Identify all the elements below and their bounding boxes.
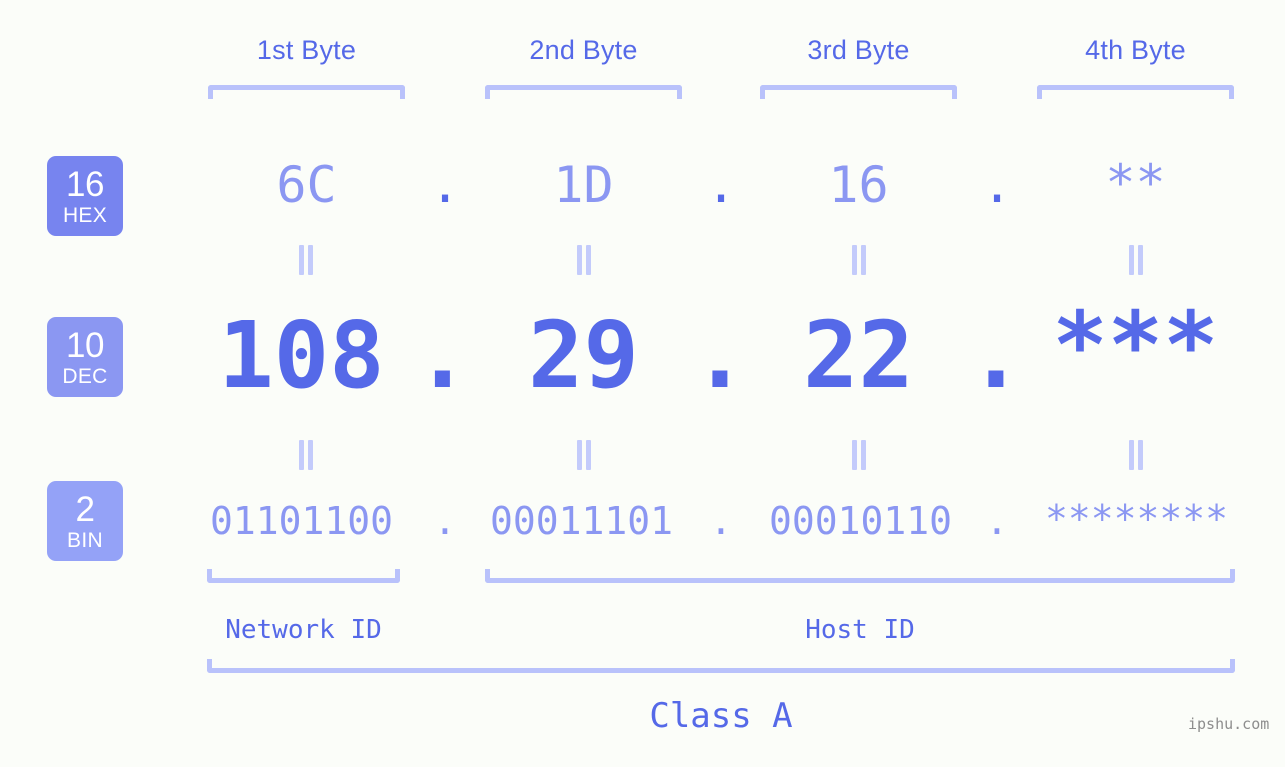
- class-bracket: [207, 659, 1235, 673]
- base-badge-dec: 10 DEC: [47, 317, 123, 397]
- host-id-label: Host ID: [805, 615, 915, 645]
- byte-header-4: 4th Byte: [1085, 35, 1186, 65]
- ip-breakdown-diagram: 1st Byte 2nd Byte 3rd Byte 4th Byte 16 H…: [0, 0, 1285, 767]
- equals-icon-dec-bin-2: [574, 440, 594, 470]
- equals-icon-hex-dec-3: [849, 245, 869, 275]
- base-badge-hex-label: HEX: [62, 203, 108, 227]
- equals-icon-dec-bin-1: [296, 440, 316, 470]
- dec-separator-1: .: [414, 302, 471, 409]
- hex-separator-3: .: [981, 156, 1013, 214]
- bin-separator-3: .: [985, 499, 1009, 543]
- hex-byte-1: 6C: [276, 156, 337, 214]
- bin-byte-3: 00010110: [768, 499, 953, 543]
- equals-icon-hex-dec-1: [296, 245, 316, 275]
- byte-bracket-2: [485, 85, 682, 99]
- hex-byte-3: 16: [828, 156, 889, 214]
- base-badge-dec-label: DEC: [62, 364, 108, 388]
- dec-separator-3: .: [968, 302, 1024, 409]
- dec-separator-2: .: [692, 302, 748, 409]
- bin-byte-1: 01101100: [209, 499, 394, 543]
- dec-byte-1: 108: [218, 302, 385, 409]
- network-id-bracket: [207, 569, 400, 583]
- hex-byte-2: 1D: [553, 156, 614, 214]
- byte-header-1: 1st Byte: [256, 35, 357, 65]
- bin-byte-2: 00011101: [489, 499, 674, 543]
- bin-byte-4: ********: [1044, 497, 1229, 541]
- class-label: Class A: [649, 696, 793, 736]
- dec-byte-4: ***: [1052, 292, 1219, 399]
- watermark: ipshu.com: [1188, 715, 1270, 733]
- hex-separator-2: .: [705, 156, 737, 214]
- host-id-bracket: [485, 569, 1235, 583]
- base-badge-bin: 2 BIN: [47, 481, 123, 561]
- byte-bracket-4: [1037, 85, 1234, 99]
- base-badge-bin-label: BIN: [67, 528, 103, 552]
- base-badge-hex: 16 HEX: [47, 156, 123, 236]
- equals-icon-dec-bin-4: [1126, 440, 1146, 470]
- base-badge-hex-number: 16: [66, 164, 104, 204]
- byte-bracket-1: [208, 85, 405, 99]
- dec-byte-3: 22: [803, 302, 914, 409]
- byte-header-3: 3rd Byte: [807, 35, 910, 65]
- byte-header-2: 2nd Byte: [529, 35, 638, 65]
- bin-separator-1: .: [433, 499, 457, 543]
- byte-bracket-3: [760, 85, 957, 99]
- base-badge-bin-number: 2: [75, 489, 95, 529]
- network-id-label: Network ID: [225, 615, 382, 645]
- equals-icon-hex-dec-2: [574, 245, 594, 275]
- equals-icon-dec-bin-3: [849, 440, 869, 470]
- dec-byte-2: 29: [528, 302, 639, 409]
- hex-byte-4: **: [1105, 154, 1166, 212]
- bin-separator-2: .: [709, 499, 733, 543]
- equals-icon-hex-dec-4: [1126, 245, 1146, 275]
- hex-separator-1: .: [429, 156, 461, 214]
- base-badge-dec-number: 10: [66, 325, 104, 365]
